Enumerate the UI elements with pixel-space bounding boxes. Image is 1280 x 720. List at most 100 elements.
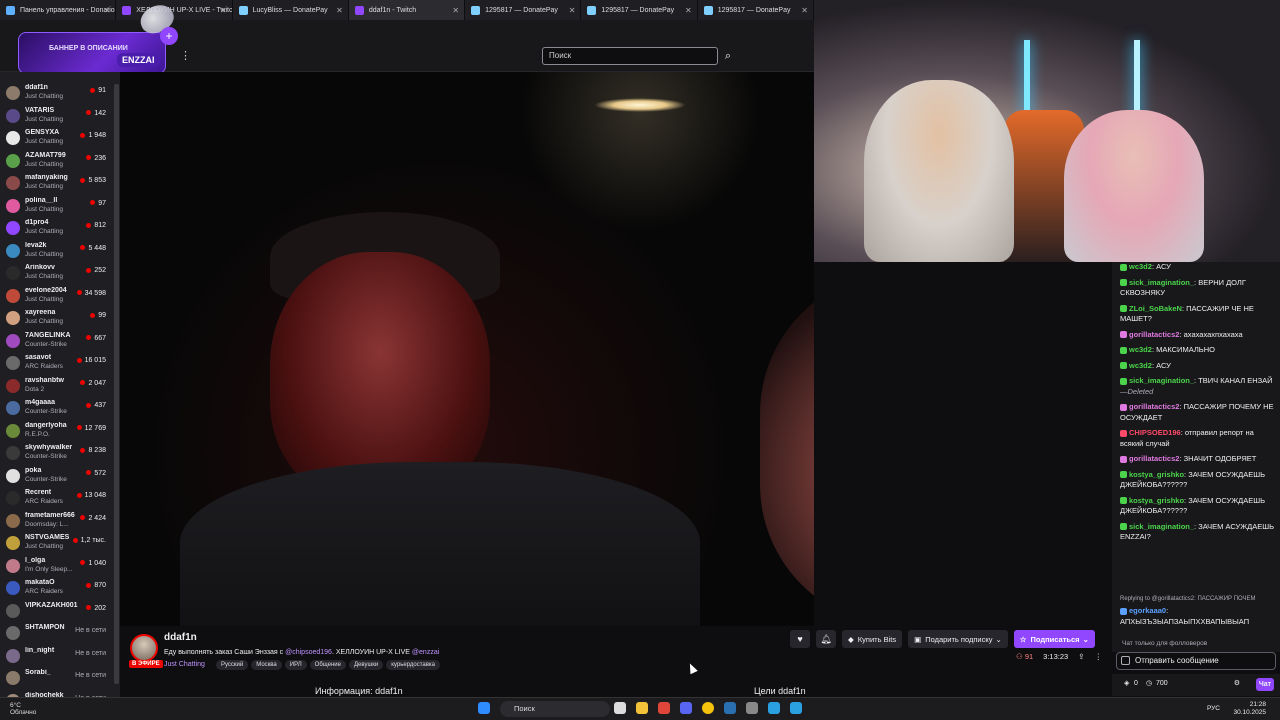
taskbar-search[interactable]: Поиск: [500, 701, 610, 717]
sidebar-channel[interactable]: GENSYXA Just Chatting 1 948: [0, 128, 114, 151]
gift-sub-button[interactable]: ▣ Подарить подписку ⌄: [908, 630, 1008, 648]
chat-username[interactable]: sick_imagination_: [1129, 522, 1194, 531]
sidebar-channel[interactable]: dangerlyoha R.E.P.O. 12 769: [0, 421, 114, 444]
search-input[interactable]: Поиск: [542, 47, 718, 65]
telegram-icon[interactable]: [768, 702, 780, 714]
sidebar-channel[interactable]: frametamer666 Doomsday: L... 2 424: [0, 511, 114, 534]
sidebar-channel[interactable]: mafanyaking Just Chatting 5 853: [0, 173, 114, 196]
chrome-icon[interactable]: [702, 702, 714, 714]
browser-tab[interactable]: 1295817 — DonatePay ✕: [698, 0, 814, 20]
sidebar-channel[interactable]: makataO ARC Raiders 870: [0, 578, 114, 601]
tab-close-icon[interactable]: ✕: [104, 6, 111, 15]
plus-icon[interactable]: +: [160, 27, 178, 45]
sidebar-channel[interactable]: ddaf1n Just Chatting 91: [0, 83, 114, 106]
app-icon[interactable]: [746, 702, 758, 714]
browser-tab[interactable]: 1295817 — DonatePay ✕: [581, 0, 698, 20]
more-menu-icon[interactable]: ⋮: [180, 49, 191, 62]
browser-tab[interactable]: ddaf1n - Twitch ✕: [348, 0, 466, 20]
channel-points-icon[interactable]: ◈: [1124, 679, 1129, 687]
tab-close-icon[interactable]: ✕: [220, 6, 227, 15]
title-mention[interactable]: @enzzai: [412, 649, 439, 656]
sidebar-channel[interactable]: ravshanbtw Dota 2 2 047: [0, 376, 114, 399]
sidebar-channel[interactable]: xayreena Just Chatting 99: [0, 308, 114, 331]
video-player[interactable]: [120, 72, 814, 626]
stream-tag[interactable]: Москва: [251, 660, 282, 670]
browser-tab[interactable]: LucyBliss — DonatePay ✕: [233, 0, 349, 20]
browser-tab[interactable]: Панель управления - Donatio ✕: [0, 0, 117, 20]
heart-follow-icon[interactable]: ♥: [790, 630, 810, 648]
subscribe-button[interactable]: ☆ Подписаться ⌄: [1013, 630, 1095, 648]
sidebar-channel[interactable]: Arinkovv Just Chatting 252: [0, 263, 114, 286]
stream-tag[interactable]: Русский: [216, 660, 249, 670]
steam-icon[interactable]: [724, 702, 736, 714]
chat-username[interactable]: gorillatactics2: [1129, 402, 1179, 411]
more-options-icon[interactable]: ⋮: [1095, 652, 1103, 661]
tab-goals[interactable]: Цели ddaf1n: [754, 686, 806, 696]
buy-bits-button[interactable]: ◆ Купить Bits: [842, 630, 903, 648]
tab-close-icon[interactable]: ✕: [336, 6, 343, 15]
browser-tab[interactable]: 1295817 — DonatePay ✕: [465, 0, 582, 20]
file-explorer-icon[interactable]: [614, 702, 626, 714]
sidebar-channel[interactable]: m4gaaaa Counter-Strike 437: [0, 398, 114, 421]
tab-close-icon[interactable]: ✕: [569, 6, 576, 15]
sidebar-channel[interactable]: Recrent ARC Raiders 13 048: [0, 488, 114, 511]
telegram-icon[interactable]: [790, 702, 802, 714]
sidebar-channel[interactable]: l_olga I'm Only Sleep... 1 040: [0, 556, 114, 579]
sidebar-channel[interactable]: evelone2004 Just Chatting 34 598: [0, 286, 114, 309]
sidebar-channel[interactable]: SHTAMPON Не в сети: [0, 623, 114, 646]
tab-close-icon[interactable]: ✕: [452, 6, 459, 15]
tab-close-icon[interactable]: ✕: [685, 6, 692, 15]
chat-username[interactable]: CHIPSOED196: [1129, 428, 1181, 437]
sidebar-channel[interactable]: VIPKAZAKH001 202: [0, 601, 114, 624]
chat-send-button[interactable]: Чат: [1256, 678, 1274, 691]
folder-icon[interactable]: [636, 702, 648, 714]
sidebar-channel[interactable]: lin_night Не в сети: [0, 646, 114, 669]
chat-username[interactable]: ZLoi_SoBakeN: [1129, 304, 1182, 313]
sidebar-scrollbar[interactable]: [114, 84, 119, 684]
search-icon[interactable]: ⌕: [720, 47, 736, 65]
chat-username[interactable]: wc3d2: [1129, 262, 1152, 271]
chat-username[interactable]: sick_imagination_: [1129, 278, 1194, 287]
sidebar-channel[interactable]: sasavot ARC Raiders 16 015: [0, 353, 114, 376]
chat-username[interactable]: wc3d2: [1129, 345, 1152, 354]
channel-avatar[interactable]: [130, 634, 158, 662]
stream-category-link[interactable]: Just Chatting: [164, 661, 205, 668]
discord-icon[interactable]: [680, 702, 692, 714]
sidebar-channel[interactable]: NSTVGAMES Just Chatting 1,2 тыс.: [0, 533, 114, 556]
sidebar-channel[interactable]: poka Counter-Strike 572: [0, 466, 114, 489]
stream-tag[interactable]: Общение: [309, 660, 346, 670]
sidebar-channel[interactable]: AZAMAT799 Just Chatting 236: [0, 151, 114, 174]
weather-widget[interactable]: 6°C Облачно: [10, 702, 36, 716]
chat-input[interactable]: Отправить сообщение: [1116, 652, 1276, 670]
chat-username[interactable]: kostya_grishko: [1129, 470, 1184, 479]
chat-username[interactable]: kostya_grishko: [1129, 496, 1184, 505]
stream-tag[interactable]: Девушки: [348, 660, 384, 670]
title-mention[interactable]: @chipsoed196: [285, 649, 332, 656]
chat-username[interactable]: sick_imagination_: [1129, 376, 1194, 385]
settings-gear-icon[interactable]: ⚙: [1234, 679, 1240, 687]
input-language[interactable]: РУС: [1207, 705, 1220, 712]
windows-start-icon[interactable]: [478, 702, 490, 714]
chat-username[interactable]: gorillatactics2: [1129, 454, 1179, 463]
sidebar-channel[interactable]: VATARIS Just Chatting 142: [0, 106, 114, 129]
chat-username[interactable]: egorkaaa0: [1129, 606, 1166, 615]
sidebar-channel[interactable]: leva2k Just Chatting 5 448: [0, 241, 114, 264]
stream-tag[interactable]: ИРЛ: [284, 660, 307, 670]
sidebar-channel[interactable]: polina__ll Just Chatting 97: [0, 196, 114, 219]
system-clock[interactable]: 21:28 30.10.2025: [1233, 701, 1266, 717]
tab-info[interactable]: Информация: ddaf1n: [315, 686, 403, 696]
sidebar-channel[interactable]: 7ANGELINKA Counter-Strike 667: [0, 331, 114, 354]
tab-close-icon[interactable]: ✕: [801, 6, 808, 15]
stream-tag[interactable]: курьердоставка: [386, 660, 440, 670]
chat-username[interactable]: wc3d2: [1129, 361, 1152, 370]
sidebar-channel[interactable]: d1pro4 Just Chatting 812: [0, 218, 114, 241]
browser-tab[interactable]: ХЕЛЛОУИН UP-X LIVE - Twitch ✕: [116, 0, 233, 20]
sponsor-banner[interactable]: БАННЕР В ОПИСАНИИ ENZZAI: [18, 32, 166, 74]
chat-emote-icon[interactable]: [1121, 656, 1130, 665]
chat-username[interactable]: gorillatactics2: [1129, 330, 1179, 339]
shield-app-icon[interactable]: [658, 702, 670, 714]
channel-name[interactable]: ddaf1n: [164, 632, 197, 643]
sidebar-channel[interactable]: Sorabi_ Не в сети: [0, 668, 114, 691]
sidebar-channel[interactable]: skywhywalker Counter-Strike 8 238: [0, 443, 114, 466]
share-icon[interactable]: ⇪: [1078, 652, 1084, 661]
